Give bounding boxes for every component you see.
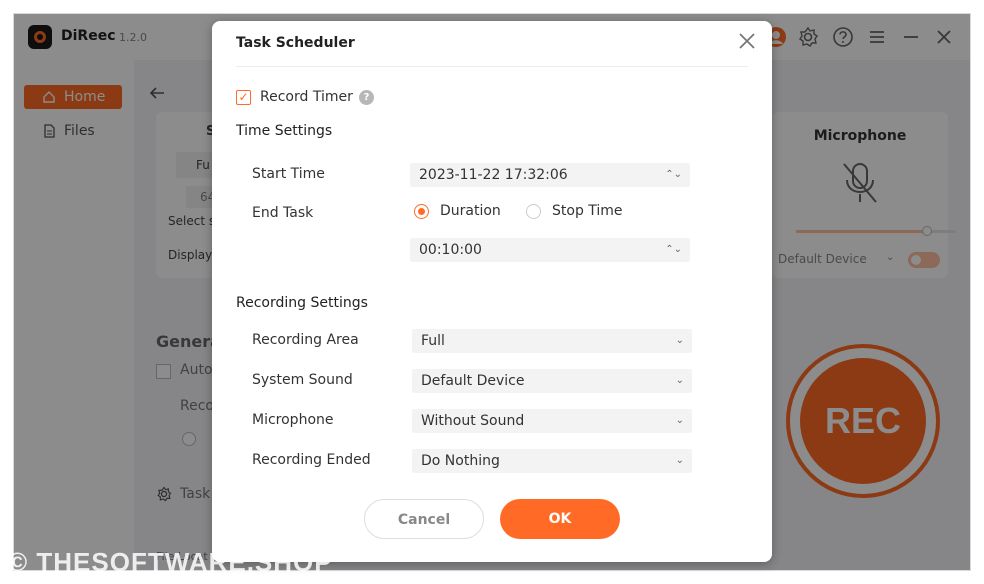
recording-ended-value: Do Nothing	[421, 453, 500, 469]
start-time-label: Start Time	[252, 166, 325, 182]
duration-field[interactable]: 00:10:00 ⌃⌄	[410, 238, 690, 262]
dialog-divider	[236, 66, 748, 67]
recording-ended-select[interactable]: Do Nothing ⌄	[412, 449, 692, 473]
chevron-down-icon: ⌄	[675, 415, 684, 426]
duration-label: Duration	[440, 203, 501, 219]
recording-area-label: Recording Area	[252, 332, 359, 348]
chevron-down-icon: ⌄	[675, 375, 684, 386]
time-settings-title: Time Settings	[236, 123, 333, 139]
record-timer-checkbox[interactable]: ✓	[236, 90, 251, 105]
chevron-down-icon: ⌄	[675, 455, 684, 466]
microphone-select[interactable]: Without Sound ⌄	[412, 409, 692, 433]
cancel-button[interactable]: Cancel	[364, 499, 484, 539]
system-sound-value: Default Device	[421, 373, 525, 389]
stepper-arrows-icon[interactable]: ⌃⌄	[665, 238, 682, 262]
close-icon[interactable]	[736, 32, 758, 54]
start-time-value: 2023-11-22 17:32:06	[419, 167, 568, 183]
stepper-arrows-icon[interactable]: ⌃⌄	[665, 163, 682, 187]
chevron-down-icon: ⌄	[675, 335, 684, 346]
help-icon[interactable]: ?	[359, 90, 374, 105]
task-scheduler-dialog: Task Scheduler ✓ Record Timer ? Time Set…	[212, 21, 772, 562]
stop-time-label: Stop Time	[552, 203, 623, 219]
start-time-field[interactable]: 2023-11-22 17:32:06 ⌃⌄	[410, 163, 690, 187]
duration-value: 00:10:00	[419, 242, 482, 258]
duration-radio[interactable]	[414, 204, 429, 219]
microphone-value: Without Sound	[421, 413, 525, 429]
recording-settings-title: Recording Settings	[236, 295, 368, 311]
dialog-title: Task Scheduler	[236, 35, 355, 51]
system-sound-label: System Sound	[252, 372, 353, 388]
recording-area-value: Full	[421, 333, 445, 349]
recording-area-select[interactable]: Full ⌄	[412, 329, 692, 353]
stop-time-radio[interactable]	[526, 204, 541, 219]
system-sound-select[interactable]: Default Device ⌄	[412, 369, 692, 393]
record-timer-label: Record Timer	[260, 89, 353, 105]
recording-ended-label: Recording Ended	[252, 452, 371, 468]
end-task-label: End Task	[252, 205, 314, 221]
microphone-label: Microphone	[252, 412, 334, 428]
ok-button[interactable]: OK	[500, 499, 620, 539]
watermark: © THESOFTWARE.SHOP	[8, 547, 333, 577]
